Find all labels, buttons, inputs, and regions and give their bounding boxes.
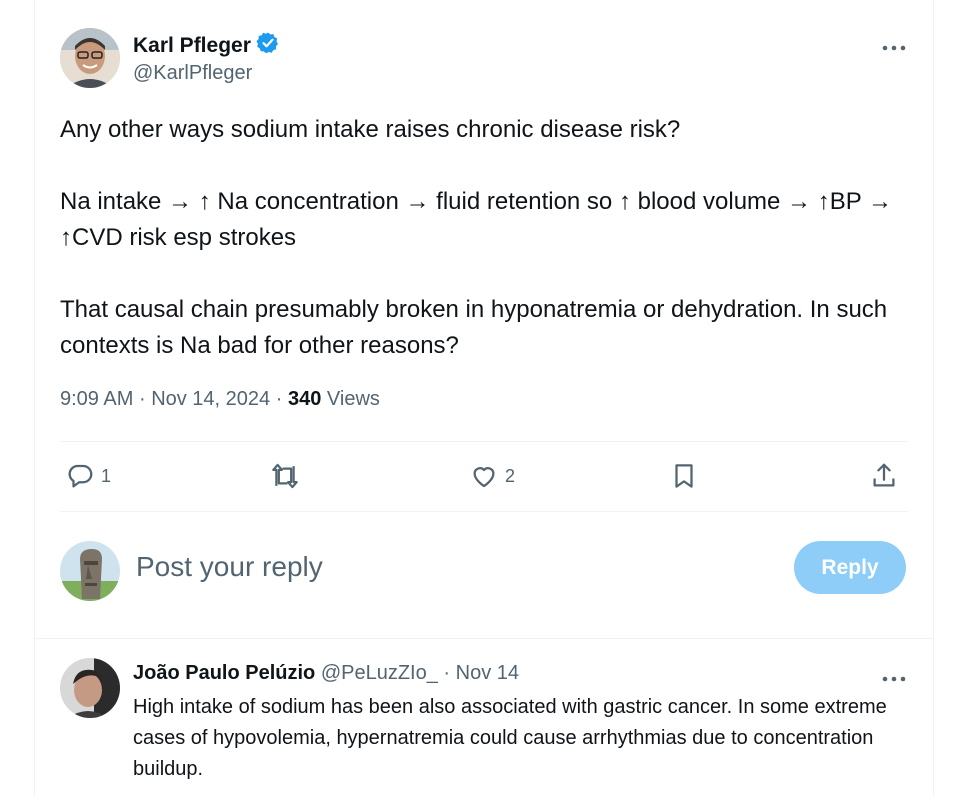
tweet-date[interactable]: Nov 14, 2024 xyxy=(151,388,270,410)
tweet-time[interactable]: 9:09 AM xyxy=(60,388,133,410)
meta-separator: · xyxy=(275,388,283,410)
bookmark-icon xyxy=(669,461,699,491)
divider xyxy=(35,638,933,639)
meta-separator: · xyxy=(138,388,146,410)
reply-action[interactable]: 1 xyxy=(65,461,111,491)
divider xyxy=(60,441,908,442)
author-name-row: Karl Pfleger xyxy=(133,31,280,60)
views-label: Views xyxy=(326,388,380,410)
retweet-icon xyxy=(269,461,301,491)
reply-header: João Paulo Pelúzio @PeLuzZIo_ · Nov 14 xyxy=(133,662,519,685)
reply-author-name[interactable]: João Paulo Pelúzio xyxy=(133,662,315,684)
tweet-meta: 9:09 AM · Nov 14, 2024 · 340 Views xyxy=(60,388,380,411)
more-icon[interactable] xyxy=(881,40,907,51)
more-icon[interactable] xyxy=(881,671,907,682)
share-action[interactable] xyxy=(869,461,899,491)
author-handle[interactable]: @KarlPfleger xyxy=(133,62,252,85)
reply-count: 1 xyxy=(101,465,112,486)
share-icon xyxy=(869,461,899,491)
conversation-column: Karl Pfleger @KarlPfleger Any other ways… xyxy=(34,0,934,796)
reply-input[interactable]: Post your reply xyxy=(136,549,323,585)
like-action[interactable]: 2 xyxy=(469,461,515,491)
reply-date[interactable]: Nov 14 xyxy=(456,662,519,684)
like-count: 2 xyxy=(505,465,516,486)
current-user-avatar[interactable] xyxy=(60,541,120,601)
reply-button[interactable]: Reply xyxy=(794,541,906,594)
reply-author-avatar[interactable] xyxy=(60,658,120,718)
divider xyxy=(60,511,908,512)
like-icon xyxy=(469,461,499,491)
author-name[interactable]: Karl Pfleger xyxy=(133,34,251,58)
retweet-action[interactable] xyxy=(269,461,301,491)
author-avatar[interactable] xyxy=(60,28,120,88)
bookmark-action[interactable] xyxy=(669,461,699,491)
reply-text: High intake of sodium has been also asso… xyxy=(133,696,887,780)
reply-icon xyxy=(65,461,95,491)
views-count: 340 xyxy=(287,388,322,410)
reply-author-handle[interactable]: @PeLuzZIo_ xyxy=(321,662,438,684)
tweet-text: Any other ways sodium intake raises chro… xyxy=(60,116,892,359)
reply-separator: · xyxy=(443,662,451,684)
verified-badge-icon xyxy=(256,31,280,60)
